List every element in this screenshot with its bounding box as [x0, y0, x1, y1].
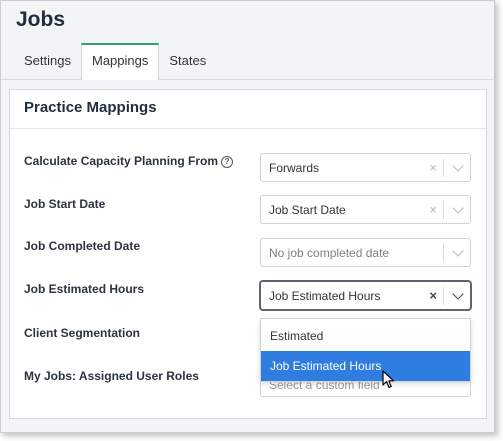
select-value: Forwards [269, 161, 320, 175]
capacity-planning-select[interactable]: Forwards × [260, 153, 471, 182]
practice-mappings-panel: Practice Mappings Calculate Capacity Pla… [9, 89, 487, 419]
select-separator [443, 287, 444, 305]
app-window: Jobs Settings Mappings States Practice M… [0, 0, 495, 433]
capacity-planning-label-text: Calculate Capacity Planning From [24, 154, 219, 168]
chevron-down-icon[interactable] [452, 288, 464, 300]
select-separator [443, 159, 444, 177]
assigned-user-roles-label: My Jobs: Assigned User Roles [24, 369, 199, 383]
job-start-date-label: Job Start Date [24, 197, 106, 211]
clear-icon[interactable]: × [429, 160, 437, 175]
chevron-down-icon[interactable] [452, 202, 464, 214]
select-separator [443, 201, 444, 219]
dropdown-menu: Estimated Job Estimated Hours [260, 318, 471, 382]
tab-settings[interactable]: Settings [14, 43, 81, 79]
dropdown-option-estimated[interactable]: Estimated [261, 321, 470, 351]
mouse-cursor-icon [382, 370, 395, 389]
page-header: Jobs Settings Mappings States [1, 1, 494, 80]
select-value: Job Estimated Hours [269, 289, 381, 303]
job-estimated-hours-select[interactable]: Job Estimated Hours × [260, 281, 471, 310]
tab-bar: Settings Mappings States [14, 43, 216, 80]
job-start-date-select[interactable]: Job Start Date × [260, 195, 471, 224]
select-value: Job Start Date [269, 203, 346, 217]
tab-mappings[interactable]: Mappings [80, 43, 160, 80]
clear-icon[interactable]: × [429, 202, 437, 217]
dropdown-option-job-estimated-hours[interactable]: Job Estimated Hours [261, 351, 470, 381]
panel-divider [10, 128, 486, 129]
job-completed-date-select[interactable]: No job completed date [260, 238, 471, 267]
tab-states[interactable]: States [159, 43, 216, 79]
chevron-down-icon[interactable] [452, 245, 464, 257]
select-separator [443, 244, 444, 262]
job-estimated-hours-label: Job Estimated Hours [24, 282, 145, 296]
clear-icon[interactable]: × [429, 288, 437, 303]
job-completed-date-label: Job Completed Date [24, 239, 141, 253]
capacity-planning-label: Calculate Capacity Planning From? [24, 154, 234, 168]
page-title: Jobs [16, 8, 66, 31]
select-placeholder: No job completed date [269, 246, 390, 260]
help-circle-icon[interactable]: ? [221, 156, 234, 168]
chevron-down-icon[interactable] [452, 160, 464, 172]
panel-title: Practice Mappings [24, 99, 157, 116]
client-segmentation-label: Client Segmentation [24, 326, 141, 340]
